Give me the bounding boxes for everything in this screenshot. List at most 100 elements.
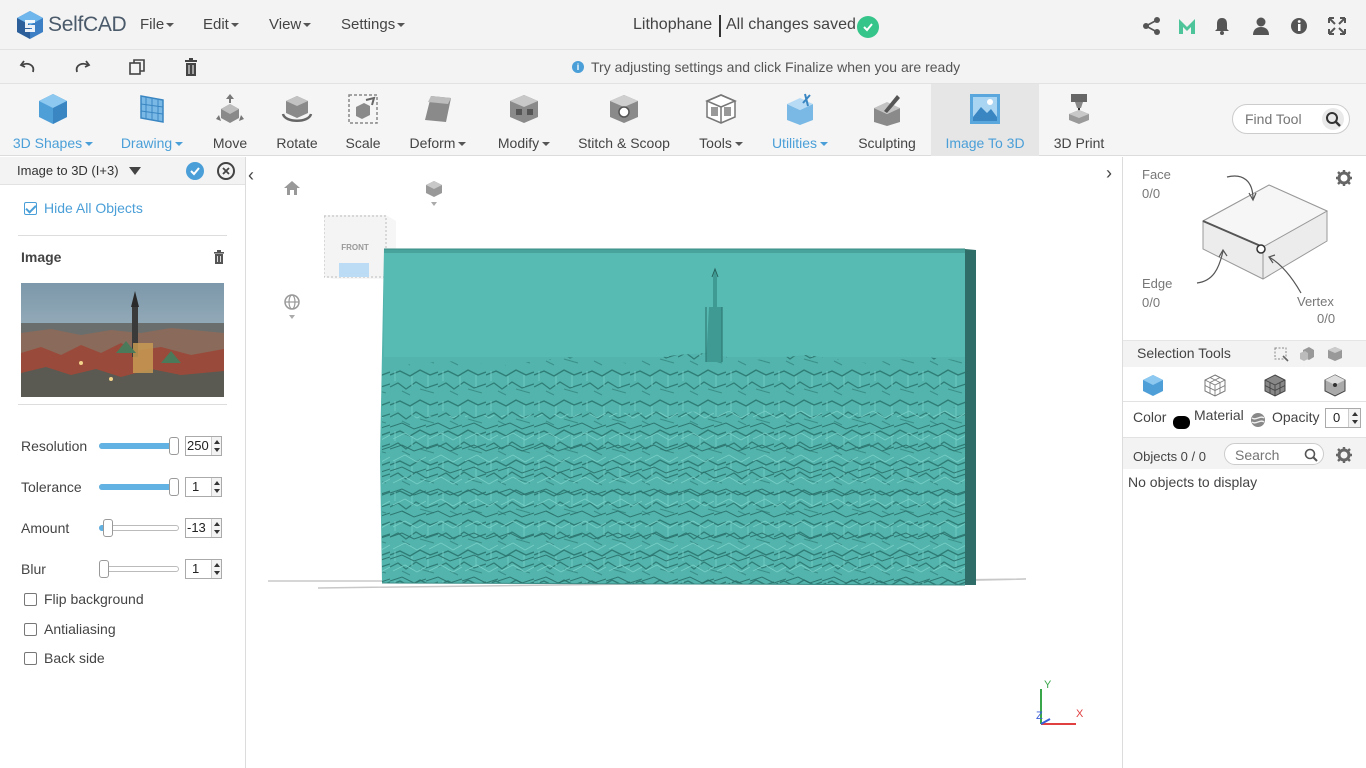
share-icon[interactable] bbox=[1142, 16, 1162, 36]
blur-slider[interactable]: Blur 1 bbox=[21, 558, 226, 580]
tool-3d-shapes[interactable]: 3D Shapes bbox=[8, 84, 98, 156]
panel-title: Image to 3D (I+3) bbox=[17, 163, 119, 178]
caret-down-icon bbox=[542, 142, 551, 147]
objects-search-input[interactable] bbox=[1235, 447, 1305, 463]
hide-all-objects-checkbox[interactable]: Hide All Objects bbox=[24, 200, 143, 216]
selfcad-logo[interactable]: SelfCAD bbox=[16, 10, 127, 40]
caret-down-icon bbox=[166, 23, 175, 28]
face-mode-icon[interactable] bbox=[1203, 373, 1227, 397]
tool-utilities[interactable]: Utilities bbox=[764, 84, 836, 156]
selection-tools-title: Selection Tools bbox=[1137, 345, 1231, 361]
color-label: Color bbox=[1133, 409, 1167, 425]
source-image-thumbnail[interactable] bbox=[21, 283, 224, 397]
document-title[interactable]: Lithophane bbox=[633, 16, 712, 34]
tool-label: Deform bbox=[409, 135, 456, 151]
flip-background-checkbox[interactable]: Flip background bbox=[24, 591, 144, 607]
gear-icon[interactable] bbox=[1335, 169, 1353, 187]
object-mode-icon[interactable] bbox=[1141, 373, 1165, 397]
amount-slider[interactable]: Amount -13 bbox=[21, 517, 226, 539]
trash-icon[interactable] bbox=[213, 250, 225, 264]
material-sphere-icon[interactable] bbox=[1250, 412, 1266, 428]
tool-stitch-scoop[interactable]: Stitch & Scoop bbox=[574, 84, 674, 156]
tool-label: Move bbox=[212, 135, 248, 151]
spinner-icon[interactable] bbox=[211, 560, 221, 578]
tool-modify[interactable]: Modify bbox=[490, 84, 558, 156]
find-tool-search[interactable] bbox=[1232, 104, 1350, 134]
file-menu[interactable]: File bbox=[140, 16, 175, 33]
spinner-icon[interactable] bbox=[211, 437, 221, 455]
app-name: SelfCAD bbox=[48, 13, 127, 36]
m-logo-icon[interactable] bbox=[1177, 16, 1197, 36]
objects-search[interactable] bbox=[1224, 443, 1324, 465]
multi-select-icon[interactable] bbox=[1299, 346, 1315, 362]
resolution-input[interactable]: 250 bbox=[185, 436, 222, 456]
user-icon[interactable] bbox=[1251, 16, 1271, 36]
slider-track[interactable] bbox=[99, 566, 179, 572]
close-icon[interactable] bbox=[217, 162, 235, 180]
tolerance-input[interactable]: 1 bbox=[185, 477, 222, 497]
fullscreen-icon[interactable] bbox=[1327, 16, 1347, 36]
lithophane-model[interactable] bbox=[246, 157, 1122, 768]
edit-menu[interactable]: Edit bbox=[203, 16, 239, 33]
find-tool-input[interactable] bbox=[1245, 111, 1325, 127]
spinner-icon[interactable] bbox=[211, 519, 221, 537]
y-axis-label: Y bbox=[1044, 679, 1052, 691]
settings-menu[interactable]: Settings bbox=[341, 16, 406, 33]
spinner-icon[interactable] bbox=[1348, 409, 1360, 427]
copy-icon[interactable] bbox=[127, 57, 147, 77]
blur-input[interactable]: 1 bbox=[185, 559, 222, 579]
view-menu[interactable]: View bbox=[269, 16, 312, 33]
caret-down-icon bbox=[85, 142, 94, 147]
vertex-count: 0/0 bbox=[1317, 311, 1336, 326]
checkbox-unchecked-icon[interactable] bbox=[24, 592, 37, 606]
stitch-scoop-icon bbox=[610, 95, 638, 123]
redo-icon[interactable] bbox=[72, 57, 92, 77]
3d-viewport[interactable]: ‹ › FRONT Y X Z bbox=[246, 157, 1122, 768]
slider-handle[interactable] bbox=[169, 437, 179, 455]
slider-handle[interactable] bbox=[169, 478, 179, 496]
checkbox-checked-icon[interactable] bbox=[24, 201, 37, 215]
slider-handle[interactable] bbox=[99, 560, 109, 578]
menu-label: View bbox=[269, 16, 302, 33]
tool-label: 3D Shapes bbox=[12, 135, 83, 151]
tool-tools[interactable]: Tools bbox=[690, 84, 752, 156]
select-all-icon[interactable] bbox=[1327, 346, 1343, 362]
tool-scale[interactable]: Scale bbox=[334, 84, 392, 156]
menu-label: File bbox=[140, 16, 165, 33]
checkbox-unchecked-icon[interactable] bbox=[24, 651, 37, 665]
tool-sculpting[interactable]: Sculpting bbox=[852, 84, 922, 156]
antialiasing-checkbox[interactable]: Antialiasing bbox=[24, 621, 116, 637]
amount-input[interactable]: -13 bbox=[185, 518, 222, 538]
collapse-triangle-icon[interactable] bbox=[129, 167, 141, 175]
resolution-slider[interactable]: Resolution 250 bbox=[21, 435, 226, 457]
search-icon[interactable] bbox=[1322, 108, 1344, 130]
x-axis-label: X bbox=[1076, 708, 1084, 720]
checkbox-unchecked-icon[interactable] bbox=[24, 622, 37, 636]
finalize-check-icon[interactable] bbox=[186, 162, 204, 180]
delete-icon[interactable] bbox=[181, 57, 201, 77]
slider-handle[interactable] bbox=[103, 519, 114, 537]
vertex-mode-icon[interactable] bbox=[1323, 373, 1347, 397]
tool-rotate[interactable]: Rotate bbox=[268, 84, 326, 156]
color-swatch[interactable] bbox=[1173, 416, 1190, 429]
tool-deform[interactable]: Deform bbox=[403, 84, 473, 156]
bell-icon[interactable] bbox=[1212, 16, 1232, 36]
tool-drawing[interactable]: Drawing bbox=[113, 84, 191, 156]
rotate-icon bbox=[281, 96, 313, 122]
tool-label: 3D Print bbox=[1053, 135, 1105, 151]
undo-icon[interactable] bbox=[18, 57, 38, 77]
tool-3d-print[interactable]: 3D Print bbox=[1046, 84, 1112, 156]
gear-icon[interactable] bbox=[1335, 446, 1353, 464]
help-icon[interactable] bbox=[1289, 16, 1309, 36]
tolerance-slider[interactable]: Tolerance 1 bbox=[21, 476, 226, 498]
3d-shapes-icon bbox=[39, 94, 67, 124]
caret-down-icon bbox=[458, 142, 467, 147]
edge-mode-icon[interactable] bbox=[1263, 373, 1287, 397]
search-icon[interactable] bbox=[1303, 447, 1319, 463]
box-select-icon[interactable] bbox=[1273, 346, 1289, 362]
back-side-checkbox[interactable]: Back side bbox=[24, 650, 105, 666]
opacity-input[interactable]: 0 bbox=[1325, 408, 1361, 428]
tool-image-to-3d[interactable]: Image To 3D bbox=[931, 84, 1039, 156]
spinner-icon[interactable] bbox=[211, 478, 221, 496]
tool-move[interactable]: Move bbox=[200, 84, 260, 156]
